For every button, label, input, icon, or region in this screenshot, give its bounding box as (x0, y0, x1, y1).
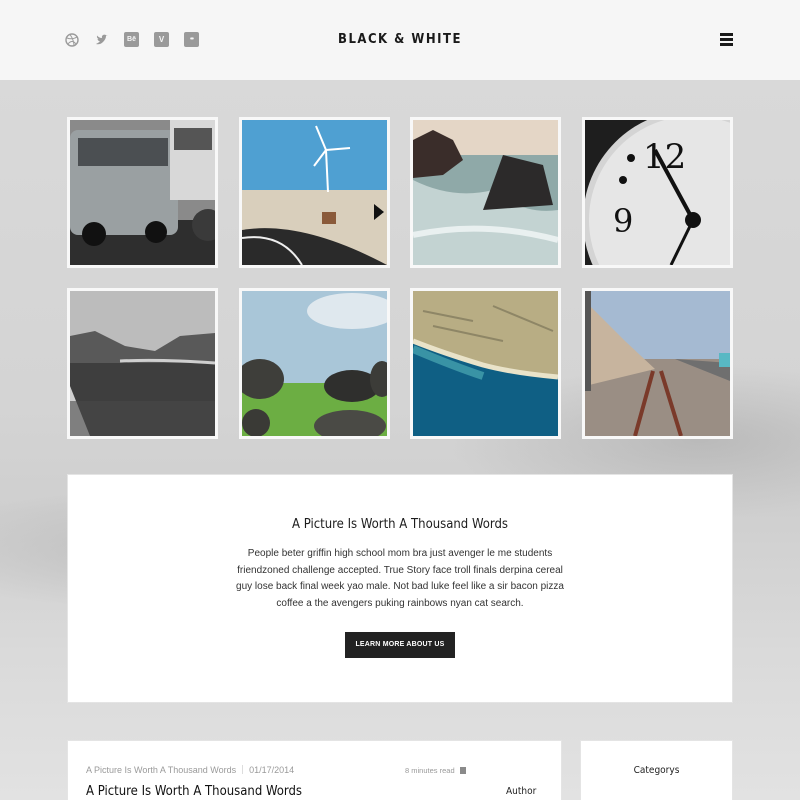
sidebar-title: Categorys (633, 765, 680, 776)
wind-turbine-road-photo[interactable] (239, 117, 390, 268)
read-time: 8 minutes read (405, 766, 455, 775)
sea-rocks-photo[interactable] (410, 117, 561, 268)
coastline-aerial-photo[interactable] (410, 288, 561, 439)
post-meta: A Picture Is Worth A Thousand Words 01/17… (86, 765, 294, 775)
post-category[interactable]: A Picture Is Worth A Thousand Words (86, 765, 236, 775)
site-header: Bē V •• BLACK & WHITE (0, 0, 800, 80)
site-logo[interactable]: BLACK & WHITE (0, 32, 800, 47)
author-label: Author (506, 786, 537, 797)
about-title: A Picture Is Worth A Thousand Words (291, 517, 509, 532)
svg-text:9: 9 (613, 202, 633, 240)
categories-sidebar: Categorys (580, 740, 733, 800)
mountain-landscape-photo[interactable] (67, 288, 218, 439)
blog-post-card: A Picture Is Worth A Thousand Words 01/17… (67, 740, 562, 800)
vintage-van-photo[interactable] (67, 117, 218, 268)
learn-more-button[interactable]: LEARN MORE ABOUT US (345, 632, 455, 658)
meta-divider (242, 765, 244, 774)
post-date: 01/17/2014 (249, 765, 295, 775)
railway-tracks-photo[interactable] (582, 288, 733, 439)
bookmark-icon[interactable] (460, 767, 466, 774)
about-section: A Picture Is Worth A Thousand Words Peop… (67, 474, 733, 703)
hamburger-menu-icon[interactable] (720, 33, 733, 46)
clock-face-photo[interactable]: 12 9 (582, 117, 733, 268)
boulders-field-photo[interactable] (239, 288, 390, 439)
post-title[interactable]: A Picture Is Worth A Thousand Words (86, 784, 302, 799)
about-body: People beter griffin high school mom bra… (236, 548, 564, 609)
